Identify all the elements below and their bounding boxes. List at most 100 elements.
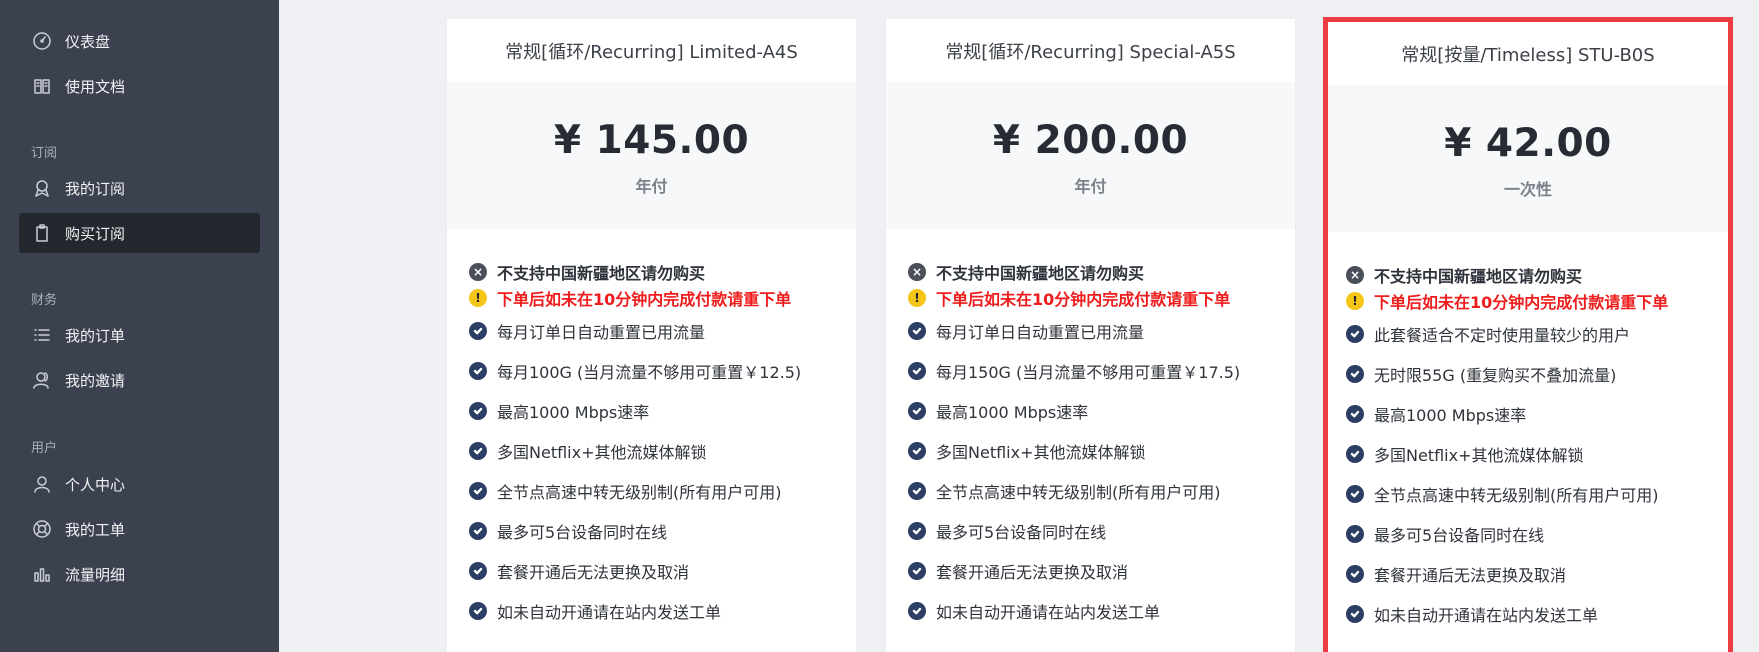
feature-text: 每月150G (当月流量不够用可重置￥17.5) (936, 363, 1241, 382)
feature-item: 此套餐适合不定时使用量较少的用户 (1346, 314, 1728, 354)
sidebar: 仪表盘 使用文档 订阅 我的订阅 购买订阅 财务 我的订单 我的邀请 用户 个人… (0, 0, 279, 652)
section-title-finance: 财务 (31, 293, 58, 308)
plan-price: ¥ 145.00 (553, 118, 750, 163)
sidebar-item-label: 购买订阅 (65, 224, 126, 243)
feature-notice: × 不支持中国新疆地区请勿购买 (469, 259, 856, 285)
sidebar-item-dashboard[interactable]: 仪表盘 (19, 21, 260, 61)
price-block: ¥ 42.00 一次性 (1328, 85, 1728, 232)
sidebar-item-docs[interactable]: 使用文档 (19, 66, 260, 106)
feature-text: 最高1000 Mbps速率 (1374, 406, 1527, 425)
plan-period: 一次性 (1503, 180, 1552, 199)
feature-text: 如未自动开通请在站内发送工单 (1374, 606, 1599, 625)
feature-item: 如未自动开通请在站内发送工单 (469, 591, 856, 631)
check-circle-icon (1346, 565, 1364, 583)
feature-item: 套餐开通后无法更换及取消 (908, 551, 1295, 591)
section-title-subscription: 订阅 (31, 146, 58, 161)
feature-text: 无时限55G (重复购买不叠加流量) (1374, 366, 1617, 385)
plan-title: 常规[按量/Timeless] STU-B0S (1401, 44, 1655, 66)
feature-item: 最高1000 Mbps速率 (469, 391, 856, 431)
feature-text: 套餐开通后无法更换及取消 (497, 563, 690, 582)
feature-text: 每月订单日自动重置已用流量 (936, 323, 1145, 342)
feature-item: 每月150G (当月流量不够用可重置￥17.5) (908, 351, 1295, 391)
feature-notice: × 不支持中国新疆地区请勿购买 (1346, 262, 1728, 288)
check-circle-icon (908, 482, 926, 500)
sidebar-item-my-subscription[interactable]: 我的订阅 (19, 168, 260, 208)
feature-text: 如未自动开通请在站内发送工单 (936, 603, 1161, 622)
feature-item: 多国Netflix+其他流媒体解锁 (469, 431, 856, 471)
feature-text: 下单后如未在10分钟内完成付款请重下单 (936, 290, 1231, 309)
check-circle-icon (1346, 605, 1364, 623)
plan-card-limited-a4s[interactable]: 常规[循环/Recurring] Limited-A4S ¥ 145.00 年付… (447, 19, 856, 652)
list-icon (31, 324, 53, 346)
gauge-icon (31, 30, 53, 52)
sidebar-item-my-orders[interactable]: 我的订单 (19, 315, 260, 355)
check-circle-icon (908, 562, 926, 580)
feature-warning: ! 下单后如未在10分钟内完成付款请重下单 (1346, 288, 1728, 314)
feature-text: 多国Netflix+其他流媒体解锁 (497, 443, 707, 462)
exclamation-icon: ! (908, 289, 926, 307)
feature-item: 每月订单日自动重置已用流量 (469, 311, 856, 351)
close-circle-icon: × (908, 263, 926, 281)
exclamation-icon: ! (469, 289, 487, 307)
sidebar-item-traffic[interactable]: 流量明细 (19, 554, 260, 594)
check-circle-icon (469, 362, 487, 380)
plan-price: ¥ 42.00 (1444, 121, 1612, 166)
plan-card-stu-b0s[interactable]: 常规[按量/Timeless] STU-B0S ¥ 42.00 一次性 × 不支持… (1323, 17, 1733, 652)
feature-item: 最多可5台设备同时在线 (1346, 514, 1728, 554)
feature-text: 每月100G (当月流量不够用可重置￥12.5) (497, 363, 802, 382)
sidebar-item-buy-subscription[interactable]: 购买订阅 (19, 213, 260, 253)
sidebar-item-tickets[interactable]: 我的工单 (19, 509, 260, 549)
book-icon (31, 75, 53, 97)
feature-item: 每月100G (当月流量不够用可重置￥12.5) (469, 351, 856, 391)
check-circle-icon (1346, 405, 1364, 423)
plan-period: 年付 (635, 177, 668, 196)
check-circle-icon (469, 522, 487, 540)
sidebar-item-profile[interactable]: 个人中心 (19, 464, 260, 504)
plan-title: 常规[循环/Recurring] Limited-A4S (505, 41, 798, 63)
feature-item: 最高1000 Mbps速率 (1346, 394, 1728, 434)
check-circle-icon (469, 442, 487, 460)
check-circle-icon (469, 482, 487, 500)
check-circle-icon (908, 522, 926, 540)
feature-list: × 不支持中国新疆地区请勿购买 ! 下单后如未在10分钟内完成付款请重下单 每月订单… (886, 229, 1295, 631)
section-title-user: 用户 (31, 441, 58, 456)
sidebar-item-label: 我的工单 (65, 520, 126, 539)
sidebar-item-label: 我的邀请 (65, 371, 126, 390)
check-circle-icon (469, 322, 487, 340)
feature-warning: ! 下单后如未在10分钟内完成付款请重下单 (908, 285, 1295, 311)
feature-text: 每月订单日自动重置已用流量 (497, 323, 706, 342)
award-icon (31, 177, 53, 199)
check-circle-icon (908, 362, 926, 380)
sidebar-item-my-invites[interactable]: 我的邀请 (19, 360, 260, 400)
plan-period: 年付 (1074, 177, 1107, 196)
feature-text: 最多可5台设备同时在线 (1374, 526, 1545, 545)
feature-notice: × 不支持中国新疆地区请勿购买 (908, 259, 1295, 285)
feature-item: 每月订单日自动重置已用流量 (908, 311, 1295, 351)
check-circle-icon (469, 562, 487, 580)
feature-text: 全节点高速中转无级别制(所有用户可用) (936, 483, 1221, 502)
feature-text: 不支持中国新疆地区请勿购买 (497, 264, 706, 283)
feature-item: 最多可5台设备同时在线 (908, 511, 1295, 551)
users-icon (31, 369, 53, 391)
feature-text: 最高1000 Mbps速率 (936, 403, 1089, 422)
check-circle-icon (908, 442, 926, 460)
feature-text: 套餐开通后无法更换及取消 (936, 563, 1129, 582)
check-circle-icon (908, 402, 926, 420)
feature-item: 多国Netflix+其他流媒体解锁 (908, 431, 1295, 471)
lifebuoy-icon (31, 518, 53, 540)
feature-item: 全节点高速中转无级别制(所有用户可用) (1346, 474, 1728, 514)
sidebar-item-label: 我的订单 (65, 326, 126, 345)
feature-list: × 不支持中国新疆地区请勿购买 ! 下单后如未在10分钟内完成付款请重下单 每月订单… (447, 229, 856, 631)
feature-item: 如未自动开通请在站内发送工单 (908, 591, 1295, 631)
feature-text: 多国Netflix+其他流媒体解锁 (1374, 446, 1584, 465)
feature-item: 无时限55G (重复购买不叠加流量) (1346, 354, 1728, 394)
feature-text: 如未自动开通请在站内发送工单 (497, 603, 722, 622)
feature-item: 套餐开通后无法更换及取消 (1346, 554, 1728, 594)
check-circle-icon (469, 602, 487, 620)
clipboard-icon (31, 222, 53, 244)
feature-text: 此套餐适合不定时使用量较少的用户 (1374, 326, 1631, 345)
close-circle-icon: × (469, 263, 487, 281)
plan-card-special-a5s[interactable]: 常规[循环/Recurring] Special-A5S ¥ 200.00 年付… (886, 19, 1295, 652)
user-icon (31, 473, 53, 495)
feature-item: 套餐开通后无法更换及取消 (469, 551, 856, 591)
